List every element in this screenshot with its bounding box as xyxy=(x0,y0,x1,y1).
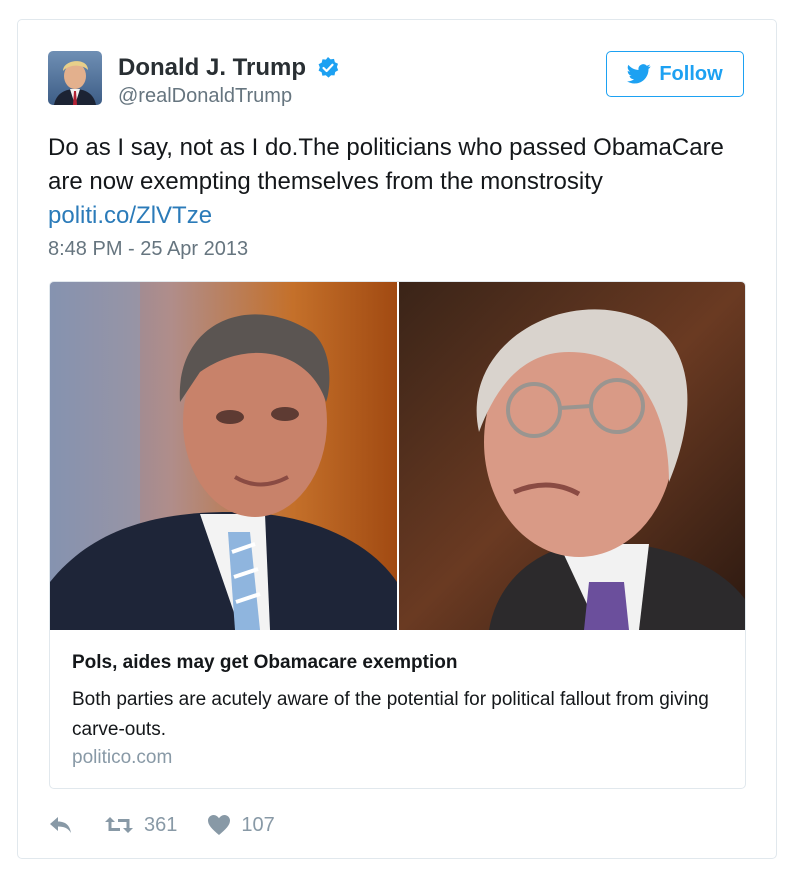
tweet-link[interactable]: politi.co/ZlVTze xyxy=(48,199,212,233)
tweet-actions: 361 107 xyxy=(48,810,305,840)
tweet-card: Donald J. Trump @realDonaldTrump Follow … xyxy=(17,19,777,859)
twitter-bird-icon xyxy=(627,64,651,84)
follow-button-label: Follow xyxy=(659,62,723,85)
card-domain: politico.com xyxy=(72,747,173,768)
retweet-button[interactable]: 361 xyxy=(104,814,177,837)
like-button[interactable]: 107 xyxy=(207,813,275,837)
follow-button[interactable]: Follow xyxy=(606,51,744,97)
heart-icon xyxy=(208,815,231,835)
card-title: Pols, aides may get Obamacare exemption xyxy=(72,652,458,673)
like-count: 107 xyxy=(241,813,275,836)
reply-button[interactable] xyxy=(48,814,74,836)
tweet-text: Do as I say, not as I do.The politicians… xyxy=(48,134,724,195)
user-handle[interactable]: @realDonaldTrump xyxy=(118,85,292,108)
card-photo-left xyxy=(50,282,397,630)
link-preview-card[interactable]: Pols, aides may get Obamacare exemption … xyxy=(49,281,746,789)
avatar[interactable] xyxy=(48,51,102,105)
card-description: Both parties are acutely aware of the po… xyxy=(72,689,709,740)
verified-badge-icon xyxy=(318,57,339,78)
retweet-count: 361 xyxy=(144,813,178,836)
reply-icon xyxy=(50,817,71,833)
display-name[interactable]: Donald J. Trump xyxy=(118,54,306,82)
tweet-timestamp[interactable]: 8:48 PM - 25 Apr 2013 xyxy=(48,238,248,261)
card-photo-right xyxy=(399,282,745,630)
retweet-icon xyxy=(105,817,133,833)
